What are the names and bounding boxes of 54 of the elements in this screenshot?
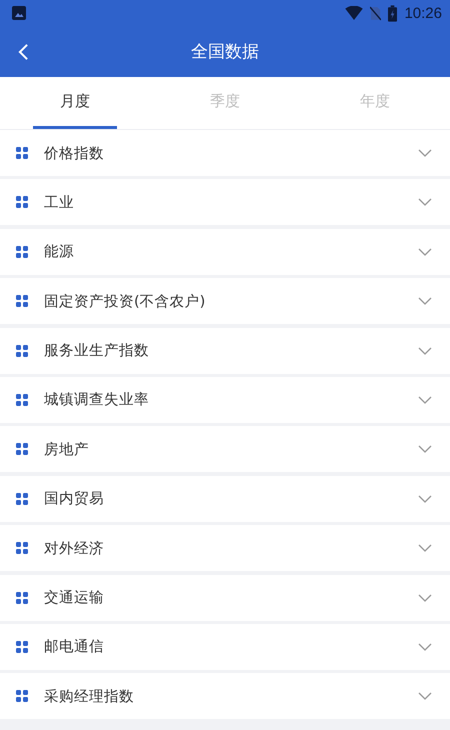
- category-row[interactable]: 固定资产投资(不含农户): [0, 278, 450, 324]
- chevron-down-icon: [418, 445, 432, 454]
- category-label: 采购经理指数: [44, 688, 135, 706]
- category-label: 国内贸易: [44, 490, 105, 508]
- chevron-down-icon: [418, 642, 432, 651]
- battery-icon: [388, 4, 398, 22]
- chevron-down-icon: [418, 594, 432, 602]
- wifi-icon: [345, 6, 364, 20]
- grid-icon: [16, 196, 28, 208]
- category-label: 工业: [44, 194, 75, 212]
- category-label: 服务业生产指数: [44, 342, 150, 360]
- category-label: 能源: [44, 243, 75, 262]
- grid-icon: [16, 690, 28, 702]
- page-title: 全国数据: [191, 41, 259, 63]
- grid-icon: [16, 592, 28, 604]
- category-label: 价格指数: [44, 144, 105, 162]
- chevron-down-icon: [418, 346, 432, 355]
- no-sim-icon: [370, 6, 382, 20]
- status-time: 10:26: [404, 4, 442, 22]
- category-row[interactable]: 采购经理指数: [0, 673, 450, 720]
- category-row[interactable]: 房地产: [0, 426, 450, 472]
- category-row[interactable]: 城镇调查失业率: [0, 376, 450, 423]
- grid-icon: [16, 295, 28, 308]
- grid-icon: [16, 246, 28, 258]
- chevron-down-icon: [418, 248, 432, 256]
- chevron-down-icon: [418, 396, 432, 404]
- category-label: 邮电通信: [44, 638, 105, 656]
- chevron-down-icon: [418, 544, 432, 552]
- category-row[interactable]: 能源: [0, 228, 450, 275]
- category-row[interactable]: 价格指数: [0, 130, 450, 176]
- category-label: 交通运输: [44, 588, 105, 608]
- category-row[interactable]: 交通运输: [0, 574, 450, 621]
- category-label: 城镇调查失业率: [44, 390, 150, 410]
- chevron-down-icon: [418, 149, 432, 157]
- chevron-down-icon: [418, 692, 432, 700]
- category-row[interactable]: 邮电通信: [0, 624, 450, 670]
- grid-icon: [16, 640, 28, 653]
- grid-icon: [16, 147, 28, 159]
- grid-icon: [16, 394, 28, 406]
- grid-icon: [16, 492, 28, 505]
- chevron-down-icon: [418, 494, 432, 503]
- grid-icon: [16, 443, 28, 456]
- chevron-down-icon: [418, 297, 432, 306]
- grid-icon: [16, 542, 28, 554]
- category-row[interactable]: 工业: [0, 179, 450, 226]
- category-label: 房地产: [44, 440, 90, 459]
- category-label: 固定资产投资(不含农户): [44, 292, 206, 311]
- grid-icon: [16, 344, 28, 357]
- chevron-down-icon: [418, 198, 432, 206]
- category-label: 对外经济: [44, 540, 105, 558]
- image-icon: [12, 6, 26, 20]
- category-row[interactable]: 国内贸易: [0, 476, 450, 522]
- category-row[interactable]: 服务业生产指数: [0, 328, 450, 374]
- category-row[interactable]: 对外经济: [0, 525, 450, 572]
